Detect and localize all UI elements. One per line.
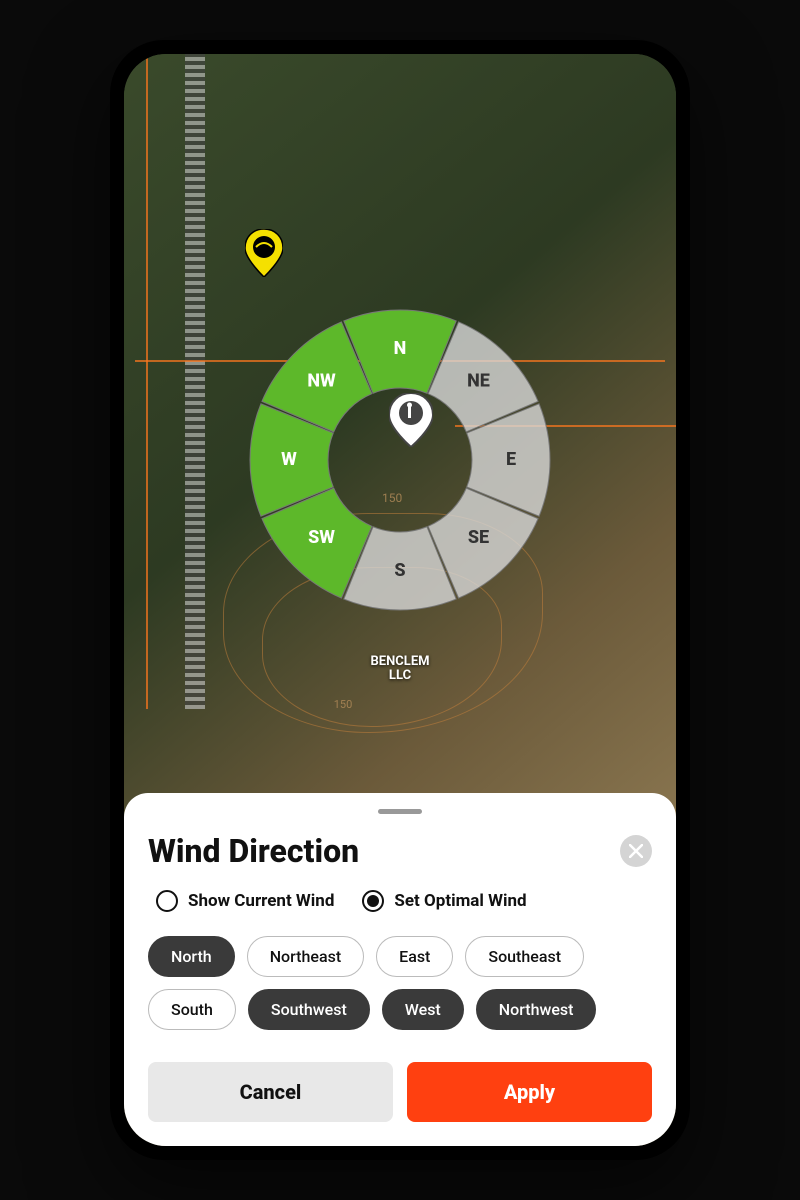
action-button-row: Cancel Apply [148, 1062, 652, 1122]
bottom-sheet: Wind Direction Show Current Wind Set Opti… [124, 793, 676, 1146]
compass-label-sw: SW [308, 527, 335, 548]
radio-option-0[interactable]: Show Current Wind [156, 890, 334, 912]
compass-label-se: SE [468, 527, 489, 548]
radio-label: Set Optimal Wind [394, 891, 526, 911]
wind-mode-radio-group: Show Current Wind Set Optimal Wind [148, 890, 652, 912]
elevation-label: 150 [334, 698, 353, 711]
direction-chip-group: North Northeast East Southeast South Southwes… [148, 936, 652, 1030]
parcel-owner-label: BENCLEM LLC [370, 655, 429, 684]
compass-label-s: S [394, 560, 405, 581]
compass-label-nw: NW [307, 370, 336, 391]
direction-chip-east[interactable]: East [376, 936, 453, 977]
direction-chip-northwest[interactable]: Northwest [476, 989, 597, 1030]
cancel-button[interactable]: Cancel [148, 1062, 393, 1122]
property-boundary [146, 54, 148, 709]
parcel-label-line2: LLC [370, 669, 429, 683]
direction-chip-southeast[interactable]: Southeast [465, 936, 584, 977]
direction-chip-northeast[interactable]: Northeast [247, 936, 364, 977]
phone-frame: N NE E SE S SW W NW 150 BENCLEM LLC 150 Wind Dir… [110, 40, 690, 1160]
sheet-drag-handle[interactable] [378, 809, 422, 814]
map-pin-marker[interactable] [245, 229, 283, 277]
phone-screen: N NE E SE S SW W NW 150 BENCLEM LLC 150 Wind Dir… [124, 54, 676, 1146]
compass-label-e: E [506, 449, 516, 470]
compass-label-n: N [394, 338, 407, 359]
radio-icon [362, 890, 384, 912]
sheet-title: Wind Direction [148, 832, 359, 870]
close-button[interactable] [620, 835, 652, 867]
direction-chip-south[interactable]: South [148, 989, 236, 1030]
radio-label: Show Current Wind [188, 891, 334, 911]
apply-button[interactable]: Apply [407, 1062, 652, 1122]
radio-icon [156, 890, 178, 912]
direction-chip-southwest[interactable]: Southwest [248, 989, 370, 1030]
wind-compass[interactable]: N NE E SE S SW W NW 150 [245, 305, 555, 615]
map-view[interactable]: N NE E SE S SW W NW 150 BENCLEM LLC 150 Wind Dir… [124, 54, 676, 1146]
sheet-header: Wind Direction [148, 832, 652, 870]
railroad-track [185, 54, 205, 709]
direction-chip-west[interactable]: West [382, 989, 464, 1030]
direction-chip-north[interactable]: North [148, 936, 235, 977]
compass-label-ne: NE [467, 370, 490, 391]
compass-label-w: W [281, 449, 297, 470]
close-icon [629, 844, 643, 858]
center-location-pin[interactable] [389, 393, 433, 447]
compass-inner-elev: 150 [382, 491, 402, 505]
radio-option-1[interactable]: Set Optimal Wind [362, 890, 526, 912]
